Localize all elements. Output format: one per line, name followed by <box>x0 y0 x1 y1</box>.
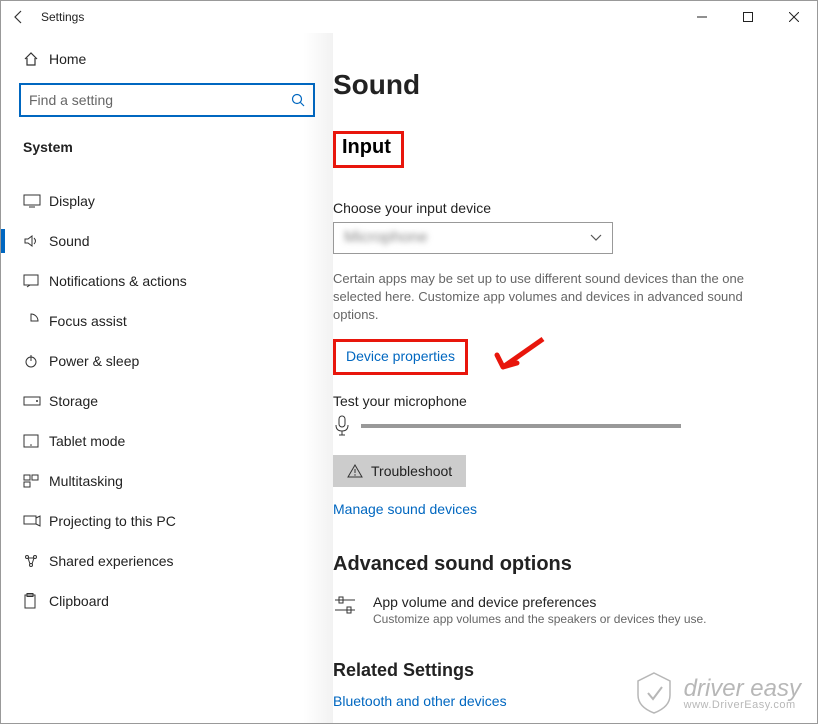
sidebar-item-display[interactable]: Display <box>1 181 333 221</box>
sidebar-item-label: Focus assist <box>49 313 127 329</box>
chevron-down-icon <box>590 234 602 242</box>
bluetooth-link[interactable]: Bluetooth and other devices <box>333 693 507 709</box>
shared-icon <box>23 553 49 569</box>
back-button[interactable] <box>11 9 41 25</box>
display-icon <box>23 194 49 208</box>
search-input[interactable] <box>29 92 291 108</box>
page-title: Sound <box>333 69 789 101</box>
warning-icon <box>347 464 363 478</box>
projecting-icon <box>23 515 49 527</box>
sliders-icon <box>333 594 359 616</box>
tablet-icon <box>23 434 49 448</box>
sidebar-item-tablet[interactable]: Tablet mode <box>1 421 333 461</box>
sidebar-item-label: Notifications & actions <box>49 273 187 289</box>
sidebar: Home System Display Sound Notificatio <box>1 33 333 723</box>
sidebar-item-notifications[interactable]: Notifications & actions <box>1 261 333 301</box>
sidebar-item-label: Multitasking <box>49 473 123 489</box>
sidebar-item-multitasking[interactable]: Multitasking <box>1 461 333 501</box>
sidebar-item-power[interactable]: Power & sleep <box>1 341 333 381</box>
notifications-icon <box>23 274 49 288</box>
mic-level-bar <box>361 424 681 428</box>
storage-icon <box>23 396 49 406</box>
home-nav[interactable]: Home <box>1 43 333 75</box>
focus-assist-icon <box>23 313 49 329</box>
sound-icon <box>23 233 49 249</box>
search-icon <box>291 93 305 107</box>
sidebar-item-focus-assist[interactable]: Focus assist <box>1 301 333 341</box>
sidebar-item-label: Power & sleep <box>49 353 139 369</box>
main-content: Sound Input Choose your input device Mic… <box>333 33 817 723</box>
troubleshoot-button[interactable]: Troubleshoot <box>333 455 466 487</box>
sidebar-item-storage[interactable]: Storage <box>1 381 333 421</box>
minimize-button[interactable] <box>679 1 725 33</box>
device-properties-link[interactable]: Device properties <box>346 348 455 364</box>
maximize-button[interactable] <box>725 1 771 33</box>
advanced-heading: Advanced sound options <box>333 553 789 576</box>
home-label: Home <box>49 51 86 67</box>
search-input-wrap[interactable] <box>19 83 315 117</box>
annotation-arrow-icon <box>493 333 553 383</box>
related-heading: Related Settings <box>333 660 789 681</box>
sidebar-heading: System <box>1 131 333 163</box>
window-title: Settings <box>41 10 84 24</box>
sidebar-item-label: Display <box>49 193 95 209</box>
sidebar-item-shared[interactable]: Shared experiences <box>1 541 333 581</box>
close-button[interactable] <box>771 1 817 33</box>
choose-input-label: Choose your input device <box>333 200 789 216</box>
clipboard-icon <box>23 593 49 609</box>
sidebar-item-label: Storage <box>49 393 98 409</box>
microphone-icon <box>333 415 351 437</box>
sidebar-item-label: Tablet mode <box>49 433 125 449</box>
input-device-dropdown[interactable]: Microphone <box>333 222 613 254</box>
app-volume-preferences-row[interactable]: App volume and device preferences Custom… <box>333 594 789 626</box>
sidebar-item-clipboard[interactable]: Clipboard <box>1 581 333 621</box>
adv-item-title: App volume and device preferences <box>373 594 707 610</box>
input-help-text: Certain apps may be set up to use differ… <box>333 270 763 325</box>
test-mic-label: Test your microphone <box>333 393 789 409</box>
troubleshoot-label: Troubleshoot <box>371 463 452 479</box>
sidebar-item-projecting[interactable]: Projecting to this PC <box>1 501 333 541</box>
sidebar-item-label: Shared experiences <box>49 553 174 569</box>
dropdown-value: Microphone <box>344 229 428 247</box>
sidebar-item-label: Projecting to this PC <box>49 513 176 529</box>
home-icon <box>23 51 49 67</box>
multitasking-icon <box>23 474 49 488</box>
power-icon <box>23 353 49 369</box>
input-heading: Input <box>333 131 404 168</box>
sidebar-item-label: Clipboard <box>49 593 109 609</box>
sidebar-item-sound[interactable]: Sound <box>1 221 333 261</box>
adv-item-subtitle: Customize app volumes and the speakers o… <box>373 612 707 626</box>
sidebar-item-label: Sound <box>49 233 89 249</box>
manage-sound-devices-link[interactable]: Manage sound devices <box>333 501 477 517</box>
